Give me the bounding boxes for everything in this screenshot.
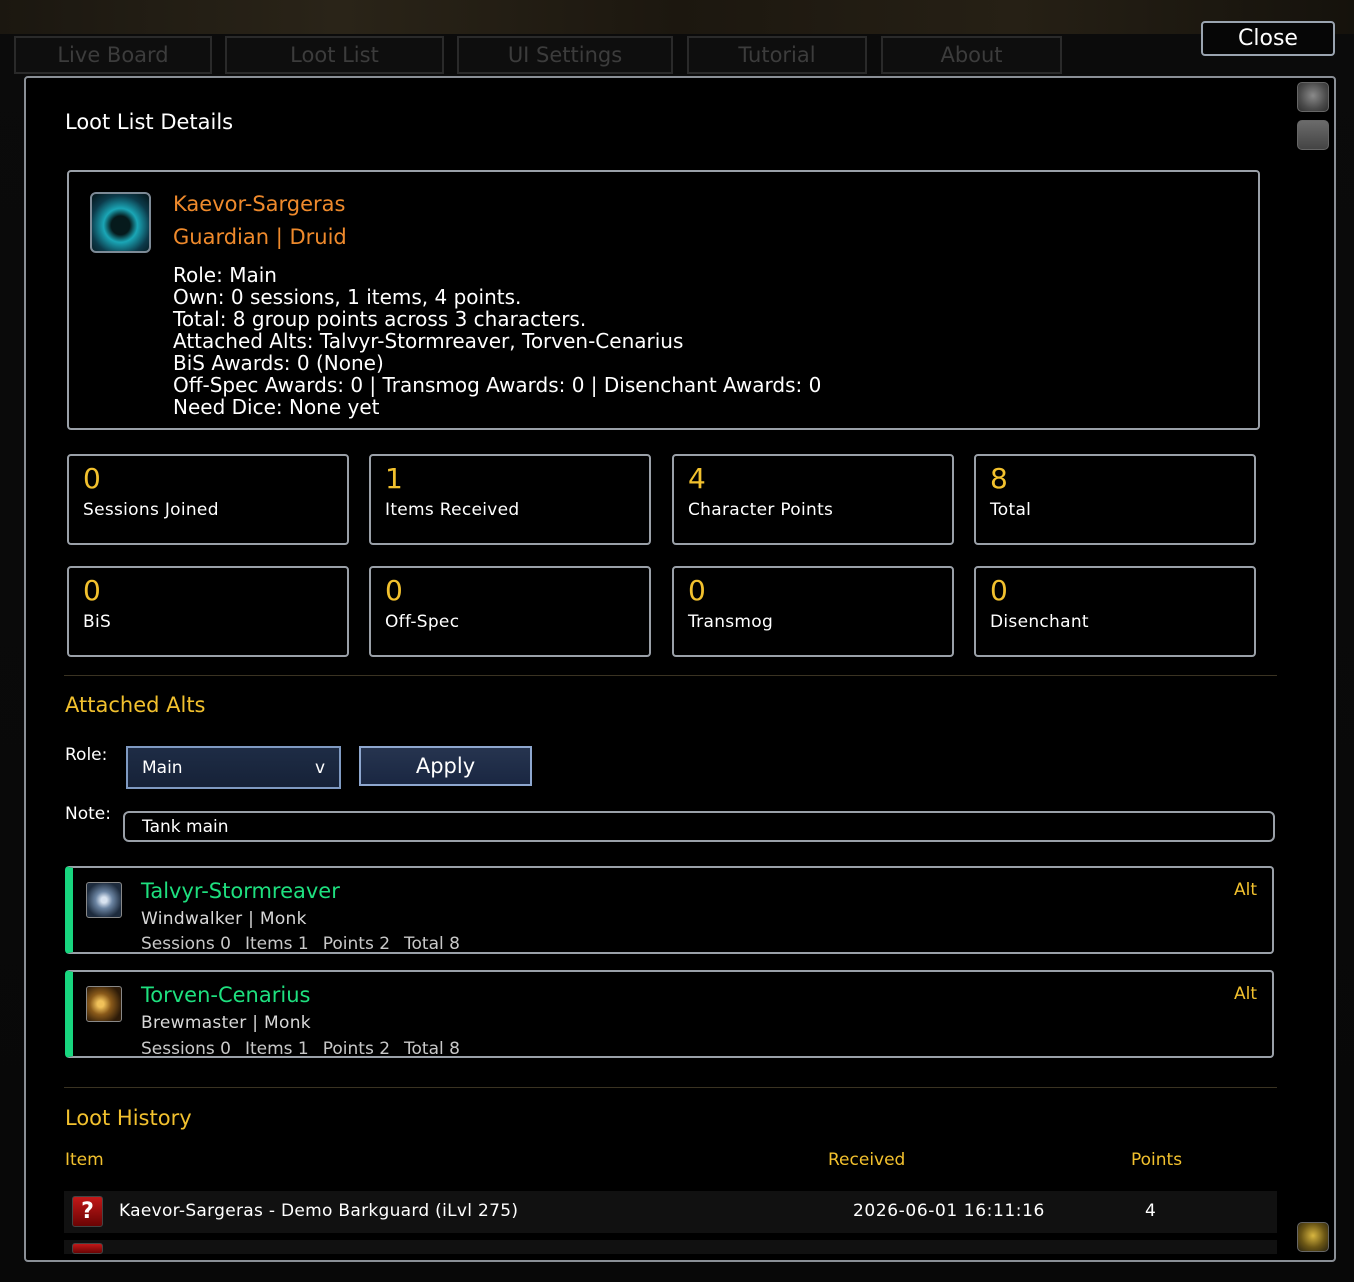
scroll-down-icon[interactable] — [1297, 1222, 1329, 1252]
role-dropdown[interactable]: Main v — [126, 746, 341, 789]
character-name: Kaevor-Sargeras — [173, 192, 346, 216]
profile-total-line: Total: 8 group points across 3 character… — [173, 307, 587, 331]
alt-spec-class: Windwalker | Monk — [141, 909, 307, 929]
alt-role-badge: Alt — [1234, 880, 1258, 900]
close-button[interactable]: Close — [1201, 21, 1335, 56]
profile-dice-line: Need Dice: None yet — [173, 395, 380, 419]
section-divider — [64, 675, 1277, 676]
stat-total: 8 Total — [974, 454, 1256, 545]
paw-icon — [90, 192, 151, 253]
stat-value: 0 — [990, 574, 1008, 607]
profile-alts-line: Attached Alts: Talvyr-Stormreaver, Torve… — [173, 329, 684, 353]
profile-own-line: Own: 0 sessions, 1 items, 4 points. — [173, 285, 522, 309]
tab-loot-list[interactable]: Loot List — [225, 36, 444, 74]
monk-brewmaster-icon — [86, 986, 122, 1022]
tab-about[interactable]: About — [881, 36, 1062, 74]
stat-items-received: 1 Items Received — [369, 454, 651, 545]
alt-name: Torven-Cenarius — [141, 983, 311, 1007]
stat-sessions-joined: 0 Sessions Joined — [67, 454, 349, 545]
alt-name: Talvyr-Stormreaver — [141, 879, 340, 903]
stat-label: Items Received — [385, 500, 520, 520]
stat-label: Disenchant — [990, 612, 1089, 632]
profile-bis-line: BiS Awards: 0 (None) — [173, 351, 384, 375]
stat-off-spec: 0 Off-Spec — [369, 566, 651, 657]
alt-total: Total 8 — [404, 1039, 460, 1059]
chevron-down-icon: v — [314, 757, 325, 778]
alt-sessions: Sessions 0 — [141, 1039, 231, 1059]
profile-awards-line: Off-Spec Awards: 0 | Transmog Awards: 0 … — [173, 373, 822, 397]
character-spec-class: Guardian | Druid — [173, 225, 347, 249]
column-header-points[interactable]: Points — [1131, 1150, 1182, 1170]
loot-points: 4 — [1145, 1201, 1156, 1221]
stat-label: Off-Spec — [385, 612, 460, 632]
tab-ui-settings[interactable]: UI Settings — [457, 36, 673, 74]
alt-spec-class: Brewmaster | Monk — [141, 1013, 311, 1033]
alt-points: Points 2 — [322, 1039, 391, 1059]
tab-tutorial[interactable]: Tutorial — [687, 36, 867, 74]
alt-total: Total 8 — [404, 934, 460, 954]
stat-disenchant: 0 Disenchant — [974, 566, 1256, 657]
alt-points: Points 2 — [322, 934, 391, 954]
stat-value: 0 — [83, 574, 101, 607]
stat-value: 0 — [688, 574, 706, 607]
scroll-up-icon[interactable] — [1297, 82, 1329, 112]
stat-value: 0 — [83, 462, 101, 495]
stat-value: 0 — [385, 574, 403, 607]
tab-live-board[interactable]: Live Board — [14, 36, 212, 74]
stat-value: 4 — [688, 462, 706, 495]
alt-stats: Sessions 0 Items 1 Points 2 Total 8 — [141, 1039, 474, 1059]
stat-label: Sessions Joined — [83, 500, 219, 520]
column-header-received[interactable]: Received — [828, 1150, 905, 1170]
loot-item-name: Kaevor-Sargeras - Demo Barkguard (iLvl 2… — [119, 1201, 519, 1221]
alt-sessions: Sessions 0 — [141, 934, 231, 954]
attached-alts-heading: Attached Alts — [65, 693, 206, 717]
stat-transmog: 0 Transmog — [672, 566, 954, 657]
section-divider — [64, 1087, 1277, 1088]
question-mark-icon — [72, 1243, 103, 1254]
profile-role-line: Role: Main — [173, 263, 277, 287]
column-header-item[interactable]: Item — [65, 1150, 104, 1170]
stat-value: 1 — [385, 462, 403, 495]
page-title: Loot List Details — [65, 110, 234, 134]
loot-history-heading: Loot History — [65, 1106, 192, 1130]
apply-button[interactable]: Apply — [359, 746, 532, 786]
alt-items: Items 1 — [244, 1039, 309, 1059]
stat-label: Transmog — [688, 612, 774, 632]
stat-character-points: 4 Character Points — [672, 454, 954, 545]
alt-items: Items 1 — [244, 934, 309, 954]
alt-stats: Sessions 0 Items 1 Points 2 Total 8 — [141, 934, 474, 954]
stat-label: BiS — [83, 612, 112, 632]
table-row[interactable] — [64, 1240, 1277, 1254]
stat-label: Character Points — [688, 500, 834, 520]
role-dropdown-value: Main — [142, 757, 183, 778]
stat-value: 8 — [990, 462, 1008, 495]
loot-received-date: 2026-06-01 16:11:16 — [853, 1201, 1045, 1221]
note-input[interactable]: Tank main — [123, 811, 1275, 842]
monk-windwalker-icon — [86, 882, 122, 918]
question-mark-icon: ? — [72, 1196, 103, 1227]
scrollbar-thumb[interactable] — [1297, 120, 1329, 150]
note-label: Note: — [65, 804, 111, 824]
alt-role-badge: Alt — [1234, 984, 1258, 1004]
role-label: Role: — [65, 745, 108, 765]
stat-bis: 0 BiS — [67, 566, 349, 657]
top-banner — [0, 0, 1354, 34]
stat-label: Total — [990, 500, 1032, 520]
